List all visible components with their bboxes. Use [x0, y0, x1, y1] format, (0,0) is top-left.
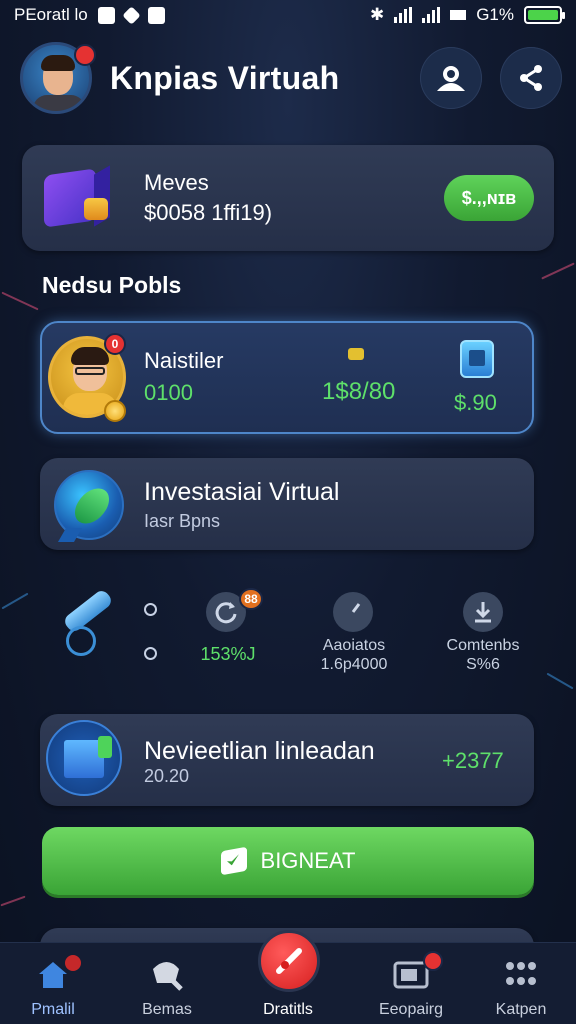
games-icon [153, 962, 183, 991]
invest-title: Investasiai Virtual [144, 478, 340, 506]
stat-label-line1: Comtenbs [446, 637, 520, 654]
camera-icon [147, 6, 165, 24]
profile-search-icon [437, 66, 465, 91]
movies-title: Meves [144, 170, 209, 195]
cube-lock-icon [44, 165, 114, 228]
stat-value: 153%J [200, 644, 256, 664]
stat-badge: 88 [239, 588, 263, 610]
app-icon [122, 5, 141, 25]
news-subtitle: 20.20 [144, 766, 190, 786]
nav-item-more[interactable]: Katpen [476, 943, 566, 1024]
player-name: Naistiler [144, 348, 224, 373]
radio-dot[interactable] [144, 603, 157, 616]
chat-leaf-icon [54, 470, 124, 542]
stat-label-line2: 1.6p4000 [320, 656, 388, 673]
stat-label-line2: S%6 [466, 656, 500, 673]
nav-item-wallet[interactable]: Eeopairg [366, 943, 456, 1024]
movies-value: $0058 1ffi19) [144, 200, 273, 225]
cta-label: BIGNEAT [260, 848, 356, 873]
telescope-icon [56, 587, 116, 672]
building-icon [46, 720, 122, 796]
bluetooth-icon: ✱ [369, 5, 385, 24]
player-amount: 1$8/80 [322, 378, 396, 405]
section-title: Nedsu Pobls [42, 272, 182, 298]
player-price: $.90 [454, 390, 497, 415]
notification-icon [97, 6, 115, 24]
player-avatar-badge: 0 [104, 333, 126, 355]
stat-label: Aaoiatos 1.6p4000 [310, 636, 398, 674]
news-title: Nevieetlian linleadan [144, 737, 375, 765]
grid-icon [506, 962, 536, 985]
invest-subtitle: Iasr Bpns [144, 511, 221, 531]
signal-icon [394, 7, 413, 23]
primary-cta-button[interactable]: BIGNEAT [42, 827, 534, 895]
avatar-badge [74, 44, 96, 66]
nav-label: Pmalil [31, 1001, 75, 1018]
share-button[interactable] [500, 47, 562, 109]
nav-item-games[interactable]: Bemas [122, 943, 212, 1024]
decor-streak [1, 592, 29, 610]
player-score: 0100 [144, 380, 193, 405]
nav-label: Dratitls [263, 1001, 313, 1018]
send-icon [220, 846, 247, 876]
stat-label: Comtenbs S%6 [436, 636, 530, 674]
movies-action-button[interactable]: $.,,ɴɪʙ [444, 175, 534, 221]
status-bar: PEoratl lo ✱ G1% [0, 0, 576, 30]
battery-percent: G1% [476, 5, 514, 24]
decor-streak [0, 895, 26, 907]
decor-streak [546, 672, 574, 690]
decor-streak [1, 291, 39, 311]
coin-icon [104, 400, 126, 422]
nav-item-home[interactable]: Pmalil [8, 943, 98, 1024]
compass-icon[interactable] [333, 592, 373, 632]
stat-label-line1: Aaoiatos [322, 637, 386, 654]
wallet-badge [423, 951, 443, 971]
share-icon [520, 65, 542, 91]
carrier-text: PEoratl lo [14, 5, 88, 24]
phone-icon [460, 340, 494, 378]
radio-dot[interactable] [144, 647, 157, 660]
decor-streak [541, 262, 575, 280]
app-title: Knpias Virtuah [110, 59, 340, 96]
battery-icon [524, 6, 565, 24]
nav-dot [65, 955, 81, 971]
news-value: +2377 [442, 748, 504, 773]
nav-label: Bemas [142, 1001, 192, 1018]
download-icon[interactable] [463, 592, 503, 632]
create-icon [276, 948, 302, 974]
data-icon [450, 10, 467, 20]
profile-search-button[interactable] [420, 47, 482, 109]
create-button[interactable] [258, 930, 320, 992]
signal-2-icon [422, 7, 441, 23]
nav-label: Eeopairg [378, 1001, 444, 1018]
trophy-icon [348, 348, 364, 360]
nav-label: Katpen [495, 1001, 547, 1018]
